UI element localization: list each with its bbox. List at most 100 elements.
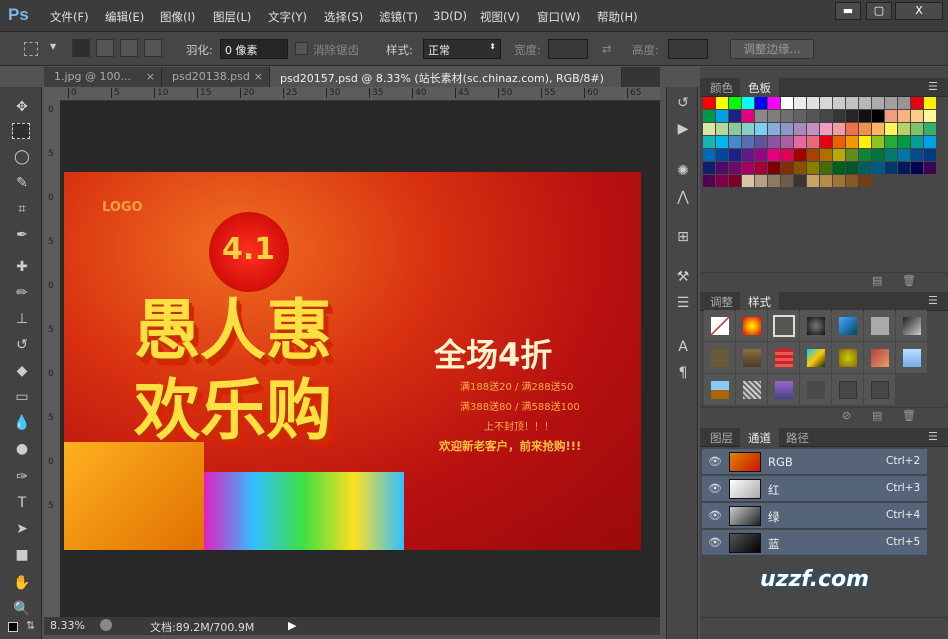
- properties-icon[interactable]: ☰: [673, 295, 693, 315]
- menu-item[interactable]: 图层(L): [213, 9, 251, 25]
- swatch[interactable]: [729, 175, 741, 187]
- swatch[interactable]: [755, 123, 767, 135]
- move-tool-icon[interactable]: ✥: [12, 97, 32, 117]
- tab-channels[interactable]: 通道: [740, 428, 779, 447]
- style-preset[interactable]: [832, 310, 863, 341]
- swatch[interactable]: [846, 97, 858, 109]
- swatch[interactable]: [768, 175, 780, 187]
- swatch[interactable]: [807, 162, 819, 174]
- swatch[interactable]: [872, 149, 884, 161]
- style-preset[interactable]: [832, 374, 863, 405]
- clone-source-icon[interactable]: ⊞: [673, 229, 693, 249]
- swatch[interactable]: [742, 97, 754, 109]
- swatch[interactable]: [729, 123, 741, 135]
- antialias-checkbox[interactable]: [295, 42, 308, 55]
- swatch[interactable]: [885, 162, 897, 174]
- swatch[interactable]: [846, 175, 858, 187]
- swatch[interactable]: [911, 149, 923, 161]
- swatch[interactable]: [768, 149, 780, 161]
- swatch[interactable]: [833, 110, 845, 122]
- style-preset[interactable]: [768, 342, 799, 373]
- channel-row[interactable]: 👁 绿 Ctrl+4: [702, 503, 927, 529]
- style-preset[interactable]: [704, 374, 735, 405]
- swatch[interactable]: [898, 110, 910, 122]
- swatch[interactable]: [781, 162, 793, 174]
- swatch[interactable]: [885, 97, 897, 109]
- style-preset[interactable]: [896, 342, 927, 373]
- swatch[interactable]: [807, 110, 819, 122]
- tab-1-jpg[interactable]: 1.jpg @ 100... ×: [44, 67, 162, 87]
- path-select-tool-icon[interactable]: ➤: [12, 519, 32, 539]
- swatch[interactable]: [833, 136, 845, 148]
- swatch[interactable]: [703, 162, 715, 174]
- swatch[interactable]: [911, 110, 923, 122]
- marquee-preset-icon[interactable]: [24, 42, 38, 56]
- eye-icon[interactable]: 👁: [708, 455, 722, 468]
- style-preset[interactable]: [864, 342, 895, 373]
- style-preset[interactable]: [800, 374, 831, 405]
- eye-icon[interactable]: 👁: [708, 536, 722, 549]
- stamp-tool-icon[interactable]: ⊥: [12, 309, 32, 329]
- swatch[interactable]: [807, 149, 819, 161]
- swatch[interactable]: [781, 175, 793, 187]
- swatch[interactable]: [716, 175, 728, 187]
- style-preset[interactable]: [704, 310, 735, 341]
- swatch[interactable]: [820, 110, 832, 122]
- style-preset[interactable]: [896, 310, 927, 341]
- swatch[interactable]: [885, 110, 897, 122]
- swatch[interactable]: [716, 136, 728, 148]
- pen-tool-icon[interactable]: ✑: [12, 467, 32, 487]
- tab-psd20157[interactable]: psd20157.psd @ 8.33% (站长素材(sc.chinaz.com…: [270, 67, 622, 99]
- channel-row[interactable]: 👁 蓝 Ctrl+5: [702, 530, 927, 556]
- menu-item[interactable]: 文字(Y): [268, 9, 307, 25]
- swatch[interactable]: [703, 136, 715, 148]
- swatch[interactable]: [703, 110, 715, 122]
- minimize-button[interactable]: ▬: [835, 2, 861, 20]
- document-canvas[interactable]: LOGO 4.1 愚人惠 欢乐购 全场4折 满188送20 / 满288送50 …: [64, 172, 641, 550]
- swatch[interactable]: [846, 149, 858, 161]
- menu-item[interactable]: 图像(I): [160, 9, 195, 25]
- history-brush-icon[interactable]: ↺: [12, 335, 32, 355]
- trash-icon[interactable]: 🗑: [902, 409, 916, 422]
- swatch[interactable]: [768, 97, 780, 109]
- style-select[interactable]: 正常 ⬍: [423, 39, 501, 59]
- tab-layers[interactable]: 图层: [702, 428, 741, 447]
- swap-icon[interactable]: ⇄: [602, 42, 612, 56]
- trash-icon[interactable]: 🗑: [902, 274, 916, 287]
- marquee-tool-icon[interactable]: [12, 123, 30, 139]
- swatch[interactable]: [807, 136, 819, 148]
- swatch[interactable]: [781, 136, 793, 148]
- maximize-button[interactable]: ▢: [866, 2, 892, 20]
- swatch[interactable]: [781, 97, 793, 109]
- swatch[interactable]: [846, 162, 858, 174]
- style-preset[interactable]: [736, 342, 767, 373]
- swatch[interactable]: [833, 123, 845, 135]
- swatch[interactable]: [755, 97, 767, 109]
- swatch[interactable]: [833, 149, 845, 161]
- swatch[interactable]: [755, 175, 767, 187]
- swatch[interactable]: [768, 136, 780, 148]
- swatch[interactable]: [859, 162, 871, 174]
- channel-row[interactable]: 👁 RGB Ctrl+2: [702, 449, 927, 475]
- tab-adjustments[interactable]: 调整: [702, 292, 741, 311]
- zoom-tool-icon[interactable]: 🔍: [12, 599, 32, 619]
- swatch[interactable]: [716, 123, 728, 135]
- swatch[interactable]: [820, 149, 832, 161]
- style-preset[interactable]: [736, 310, 767, 341]
- swatch[interactable]: [859, 136, 871, 148]
- swatch[interactable]: [742, 110, 754, 122]
- character-icon[interactable]: A: [673, 339, 693, 359]
- swatch[interactable]: [716, 110, 728, 122]
- eye-icon[interactable]: 👁: [708, 482, 722, 495]
- swatch[interactable]: [872, 110, 884, 122]
- height-input[interactable]: [668, 39, 708, 59]
- panel-menu-icon[interactable]: ☰: [928, 430, 938, 443]
- swatch[interactable]: [911, 136, 923, 148]
- swatch[interactable]: [716, 97, 728, 109]
- new-style-icon[interactable]: ▤: [872, 409, 882, 422]
- quick-select-tool-icon[interactable]: ✎: [12, 173, 32, 193]
- swatch[interactable]: [755, 149, 767, 161]
- swatch[interactable]: [898, 136, 910, 148]
- swatch[interactable]: [911, 123, 923, 135]
- swatch[interactable]: [846, 110, 858, 122]
